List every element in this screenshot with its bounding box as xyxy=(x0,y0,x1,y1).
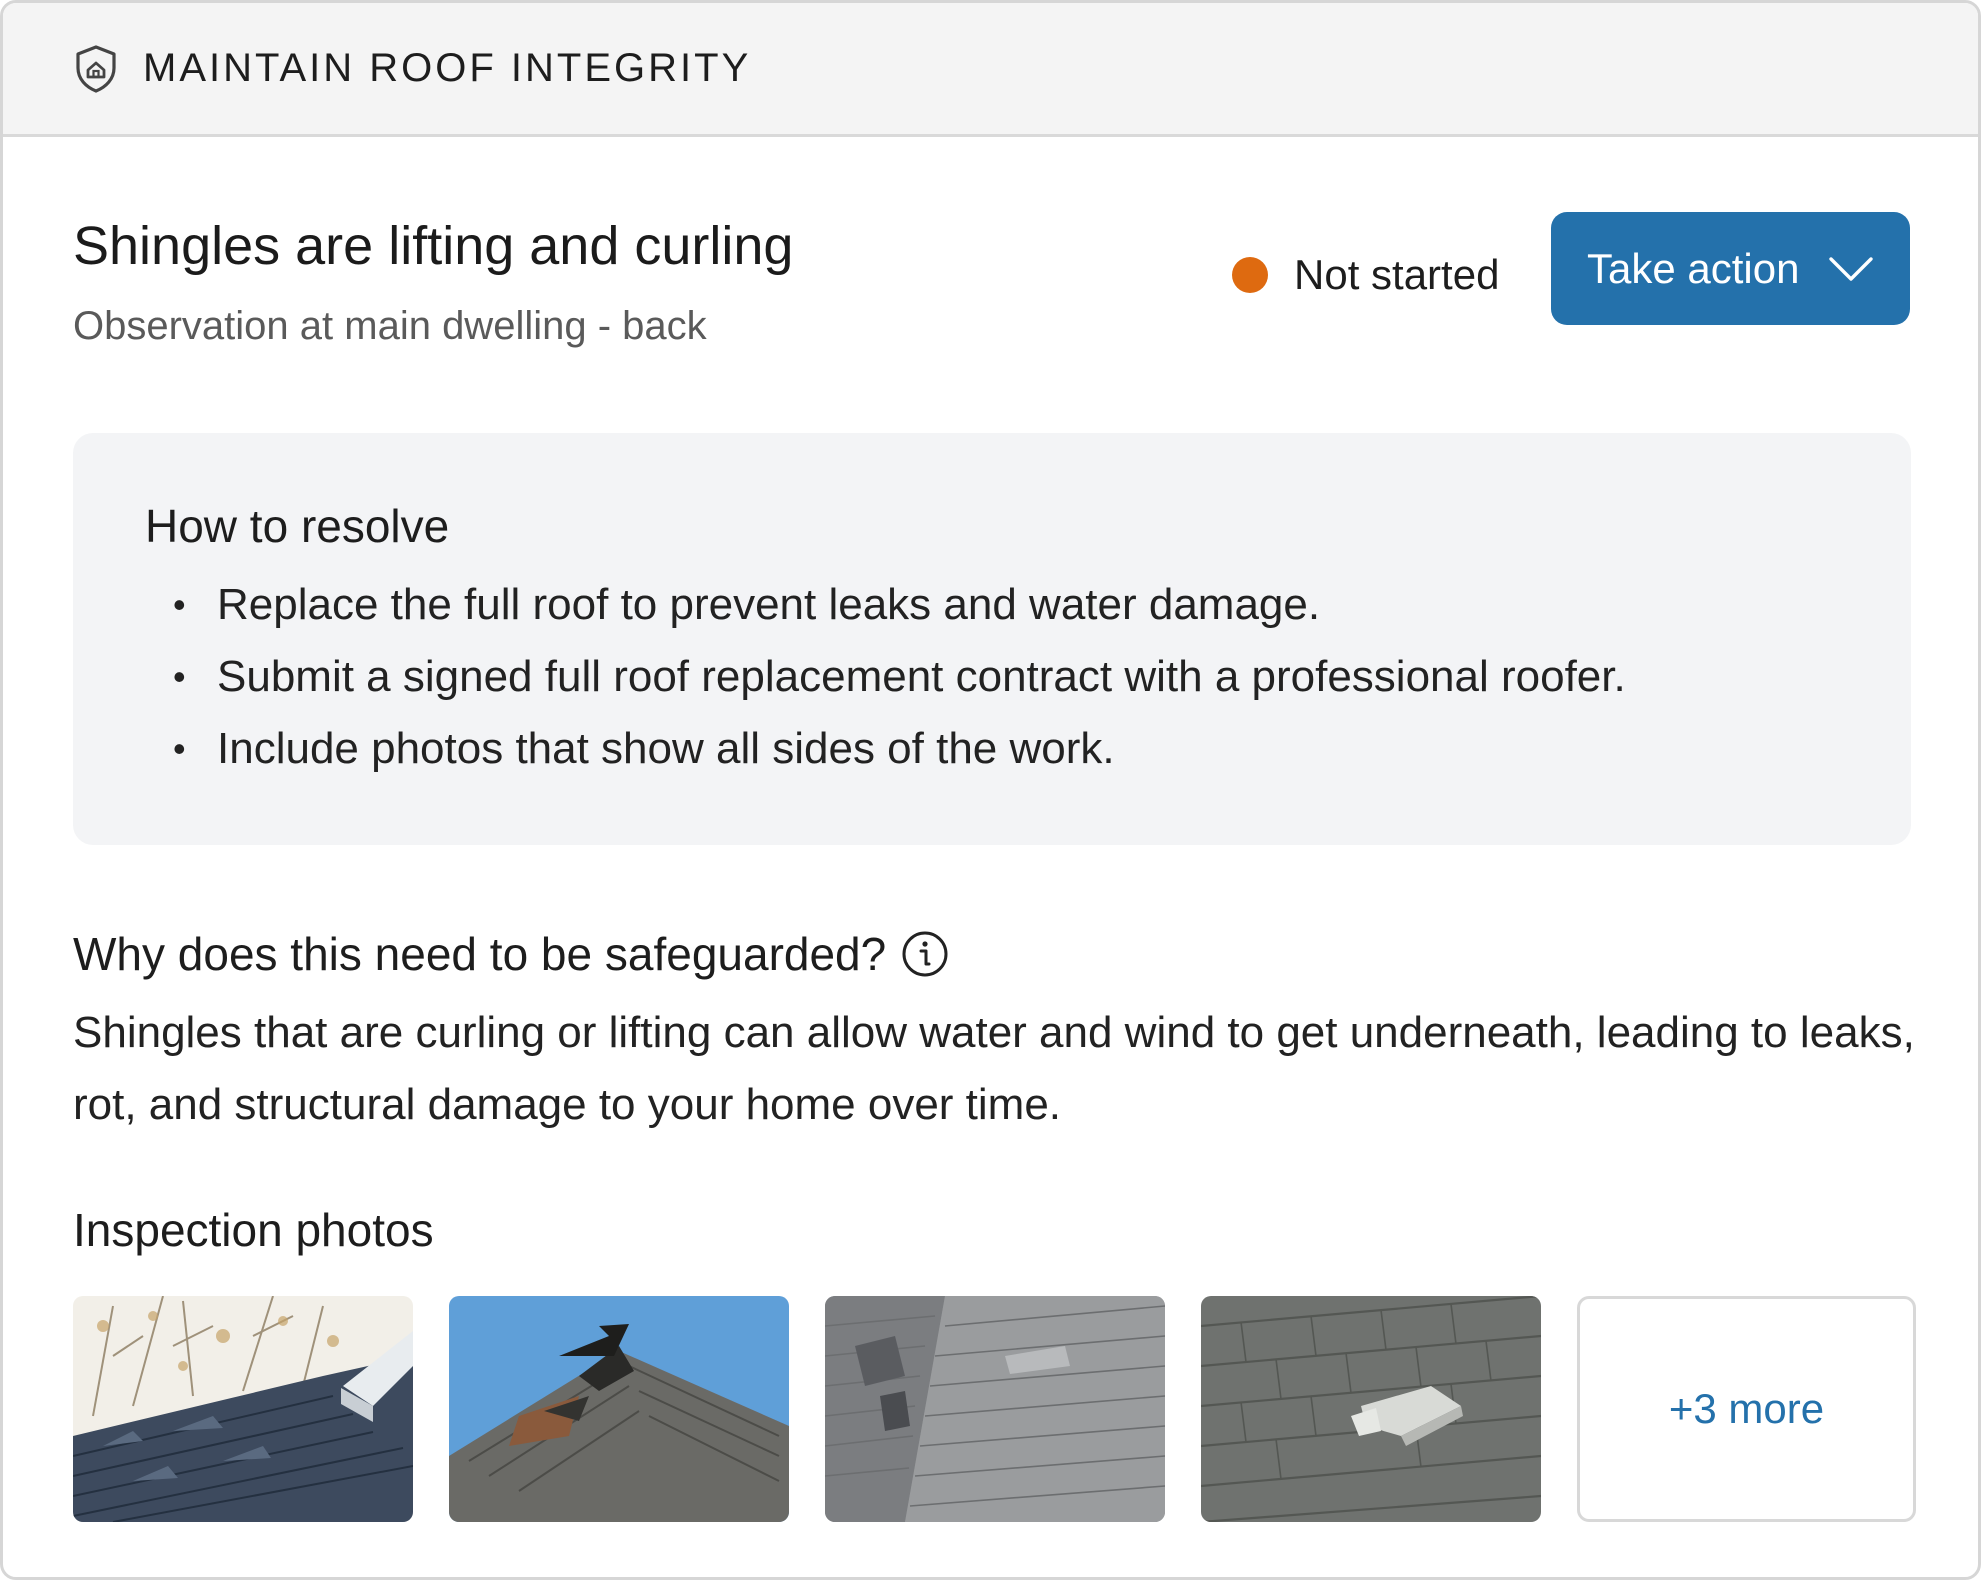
resolve-steps-list: • Replace the full roof to prevent leaks … xyxy=(145,569,1839,785)
list-item: • Replace the full roof to prevent leaks … xyxy=(145,569,1839,641)
bullet: • xyxy=(173,728,186,769)
card-body: Shingles are lifting and curling Observa… xyxy=(3,137,1978,429)
why-explanation: Shingles that are curling or lifting can… xyxy=(73,1008,1915,1129)
why-title: Why does this need to be safeguarded? xyxy=(73,928,887,980)
resolve-step-text: Replace the full roof to prevent leaks a… xyxy=(217,580,1321,629)
status-dot xyxy=(1232,257,1268,293)
card-header: MAINTAIN ROOF INTEGRITY xyxy=(3,3,1978,137)
inspection-photo[interactable] xyxy=(825,1296,1165,1522)
info-icon[interactable] xyxy=(900,929,950,979)
section-title: MAINTAIN ROOF INTEGRITY xyxy=(143,46,752,90)
bullet: • xyxy=(173,584,186,625)
how-to-resolve-title: How to resolve xyxy=(145,500,450,552)
resolve-step-text: Submit a signed full roof replacement co… xyxy=(217,652,1626,701)
how-to-resolve-panel: How to resolve • Replace the full roof to… xyxy=(73,433,1911,845)
issue-row: Shingles are lifting and curling Observa… xyxy=(73,137,1910,429)
inspection-photos-gallery: +3 more xyxy=(73,1296,1916,1522)
list-item: • Submit a signed full roof replacement c… xyxy=(145,641,1839,713)
status-label: Not started xyxy=(1294,251,1500,298)
take-action-label: Take action xyxy=(1587,244,1800,292)
why-section: Why does this need to be safeguarded? Sh… xyxy=(73,923,1923,1141)
list-item: • Include photos that show all sides of t… xyxy=(145,713,1839,785)
take-action-button[interactable]: Take action xyxy=(1551,212,1910,325)
resolve-step-text: Include photos that show all sides of th… xyxy=(217,724,1115,773)
inspection-photo[interactable] xyxy=(1201,1296,1541,1522)
shield-home-icon xyxy=(73,44,119,94)
chevron-down-icon xyxy=(1827,254,1875,284)
inspection-photos-title: Inspection photos xyxy=(73,1204,434,1256)
status-indicator: Not started xyxy=(1232,247,1499,303)
roof-integrity-card: MAINTAIN ROOF INTEGRITY Shingles are lif… xyxy=(0,0,1981,1580)
inspection-photo[interactable] xyxy=(449,1296,789,1522)
bullet: • xyxy=(173,656,186,697)
more-photos-button[interactable]: +3 more xyxy=(1577,1296,1916,1522)
issue-title: Shingles are lifting and curling xyxy=(73,216,794,276)
inspection-photo[interactable] xyxy=(73,1296,413,1522)
why-heading: Why does this need to be safeguarded? xyxy=(73,923,1923,985)
issue-location: Observation at main dwelling - back xyxy=(73,304,707,348)
